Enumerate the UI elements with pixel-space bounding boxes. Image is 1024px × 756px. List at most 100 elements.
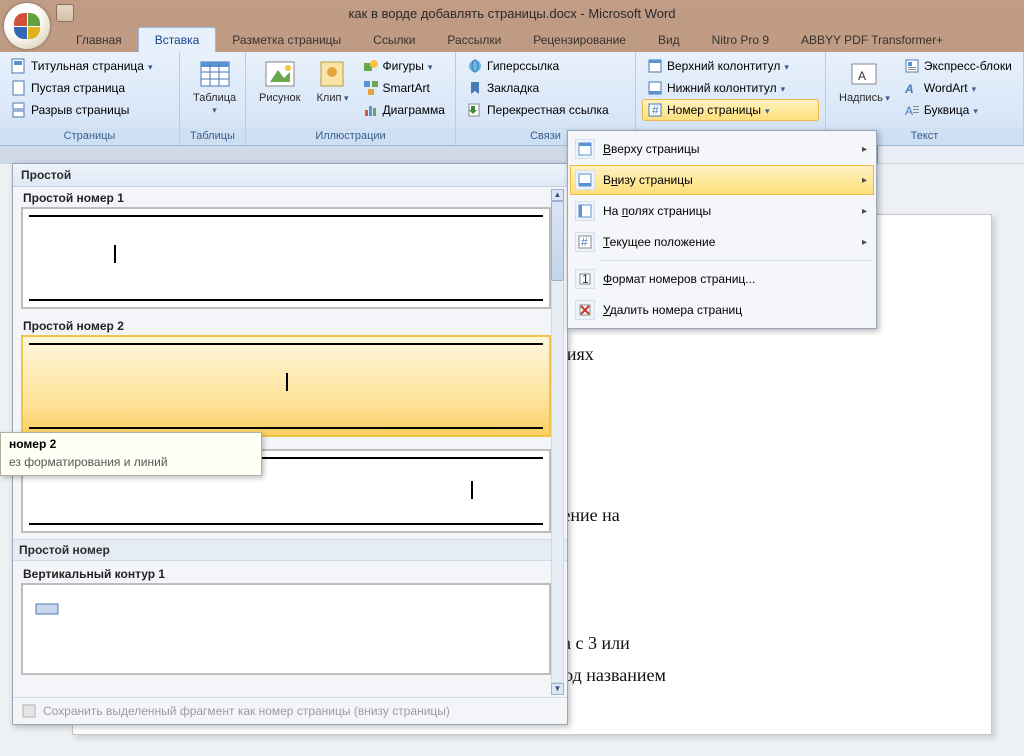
- submenu-page-margins[interactable]: На полях страницы: [570, 196, 874, 226]
- cover-page-button[interactable]: Титульная страница: [6, 55, 158, 77]
- gallery-header: Простой: [13, 164, 567, 187]
- chart-icon: [363, 102, 379, 118]
- shapes-button[interactable]: Фигуры: [358, 55, 450, 77]
- tooltip-body: ез форматирования и линий: [1, 451, 261, 475]
- gallery-scrollbar[interactable]: ▲ ▼: [551, 189, 564, 695]
- office-logo-icon: [14, 13, 40, 39]
- clip-button[interactable]: Клип: [310, 55, 356, 107]
- page-number-mark-icon: [286, 373, 288, 391]
- page-margins-icon: [575, 201, 595, 221]
- page-number-button[interactable]: # Номер страницы: [642, 99, 819, 121]
- quick-access-toolbar: [56, 4, 74, 22]
- group-pages: Титульная страница Пустая страница Разры…: [0, 52, 180, 145]
- scrollbar-down-arrow-icon[interactable]: ▼: [551, 683, 564, 695]
- submenu-current-label: Текущее положение: [603, 235, 715, 249]
- blank-page-icon: [11, 80, 27, 96]
- remove-numbers-icon: [575, 300, 595, 320]
- gallery-subheader: Простой номер: [13, 539, 567, 561]
- submenu-remove-numbers[interactable]: Удалить номера страниц: [570, 295, 874, 325]
- submenu-bottom-label: Внизу страницы: [603, 173, 693, 187]
- dropcap-icon: A: [904, 102, 920, 118]
- submenu-separator: [600, 260, 872, 261]
- tab-mailings[interactable]: Рассылки: [431, 28, 517, 52]
- shapes-icon: [363, 58, 379, 74]
- tab-abbyy[interactable]: ABBYY PDF Transformer+: [785, 28, 959, 52]
- table-label: Таблица: [193, 92, 236, 116]
- dropcap-button[interactable]: A Буквица: [899, 99, 1017, 121]
- page-number-mark-icon: [114, 245, 116, 263]
- svg-text:1: 1: [582, 272, 589, 286]
- crossref-label: Перекрестная ссылка: [487, 103, 609, 117]
- page-break-label: Разрыв страницы: [31, 103, 129, 117]
- quickparts-icon: [904, 58, 920, 74]
- wordart-button[interactable]: A WordArt: [899, 77, 1017, 99]
- group-tables: Таблица Таблицы: [180, 52, 246, 145]
- submenu-top-of-page[interactable]: Вверху страницы: [570, 134, 874, 164]
- hyperlink-button[interactable]: Гиперссылка: [462, 55, 614, 77]
- textbox-button[interactable]: A Надпись: [832, 55, 897, 107]
- bookmark-label: Закладка: [487, 81, 539, 95]
- table-button[interactable]: Таблица: [186, 55, 243, 119]
- submenu-remove-label: Удалить номера страниц: [603, 303, 742, 317]
- svg-text:#: #: [581, 235, 588, 249]
- window-title: как в ворде добавлять страницы.docx - Mi…: [348, 6, 675, 21]
- submenu-format-numbers[interactable]: 1 Формат номеров страниц...: [570, 264, 874, 294]
- shapes-label: Фигуры: [383, 59, 424, 73]
- picture-icon: [264, 58, 296, 90]
- svg-text:A: A: [904, 82, 914, 96]
- page-number-submenu: Вверху страницы Внизу страницы На полях …: [567, 130, 877, 329]
- gallery-preview: [21, 335, 551, 437]
- blank-page-label: Пустая страница: [31, 81, 125, 95]
- gallery-preview: [21, 207, 551, 309]
- clip-label: Клип: [317, 92, 349, 104]
- blank-page-button[interactable]: Пустая страница: [6, 77, 158, 99]
- dropcap-label: Буквица: [924, 103, 970, 117]
- current-position-icon: #: [575, 232, 595, 252]
- qat-save-button[interactable]: [56, 4, 74, 22]
- page-number-icon: #: [647, 102, 663, 118]
- quickparts-label: Экспресс-блоки: [924, 59, 1012, 73]
- picture-button[interactable]: Рисунок: [252, 55, 308, 107]
- header-button[interactable]: Верхний колонтитул: [642, 55, 819, 77]
- submenu-bottom-of-page[interactable]: Внизу страницы: [570, 165, 874, 195]
- tab-references[interactable]: Ссылки: [357, 28, 431, 52]
- tab-nitro[interactable]: Nitro Pro 9: [696, 28, 785, 52]
- chart-button[interactable]: Диаграмма: [358, 99, 450, 121]
- tab-insert[interactable]: Вставка: [138, 27, 217, 52]
- smartart-icon: [363, 80, 379, 96]
- gallery-item[interactable]: Простой номер 1: [21, 187, 551, 309]
- ribbon-tabs: Главная Вставка Разметка страницы Ссылки…: [0, 26, 1024, 52]
- bookmark-button[interactable]: Закладка: [462, 77, 614, 99]
- header-label: Верхний колонтитул: [667, 59, 780, 73]
- crossref-button[interactable]: Перекрестная ссылка: [462, 99, 614, 121]
- svg-text:A: A: [858, 69, 866, 83]
- textbox-label: Надпись: [839, 92, 890, 104]
- tab-view[interactable]: Вид: [642, 28, 696, 52]
- tab-review[interactable]: Рецензирование: [517, 28, 642, 52]
- outline-shape-icon: [35, 601, 61, 617]
- gallery-item-selected[interactable]: Простой номер 2: [21, 315, 551, 437]
- gallery-save-selection: Сохранить выделенный фрагмент как номер …: [13, 697, 567, 724]
- page-break-button[interactable]: Разрыв страницы: [6, 99, 158, 121]
- gallery-preview: [21, 583, 551, 675]
- submenu-format-label: Формат номеров страниц...: [603, 272, 755, 286]
- format-numbers-icon: 1: [575, 269, 595, 289]
- svg-text:A: A: [905, 104, 913, 118]
- submenu-current-position[interactable]: # Текущее положение: [570, 227, 874, 257]
- scrollbar-up-arrow-icon[interactable]: ▲: [551, 189, 564, 201]
- gallery-item[interactable]: Вертикальный контур 1: [21, 563, 551, 675]
- quickparts-button[interactable]: Экспресс-блоки: [899, 55, 1017, 77]
- cover-page-icon: [11, 58, 27, 74]
- page-number-mark-icon: [471, 481, 473, 499]
- crossref-icon: [467, 102, 483, 118]
- footer-button[interactable]: Нижний колонтитул: [642, 77, 819, 99]
- ruler-margin-area: [0, 146, 612, 163]
- office-button[interactable]: [4, 3, 50, 49]
- group-tables-label: Таблицы: [180, 128, 245, 145]
- smartart-button[interactable]: SmartArt: [358, 77, 450, 99]
- scrollbar-thumb[interactable]: [551, 201, 564, 281]
- submenu-margins-label: На полях страницы: [603, 204, 711, 218]
- tab-page-layout[interactable]: Разметка страницы: [216, 28, 357, 52]
- wordart-icon: A: [904, 80, 920, 96]
- tab-home[interactable]: Главная: [60, 28, 138, 52]
